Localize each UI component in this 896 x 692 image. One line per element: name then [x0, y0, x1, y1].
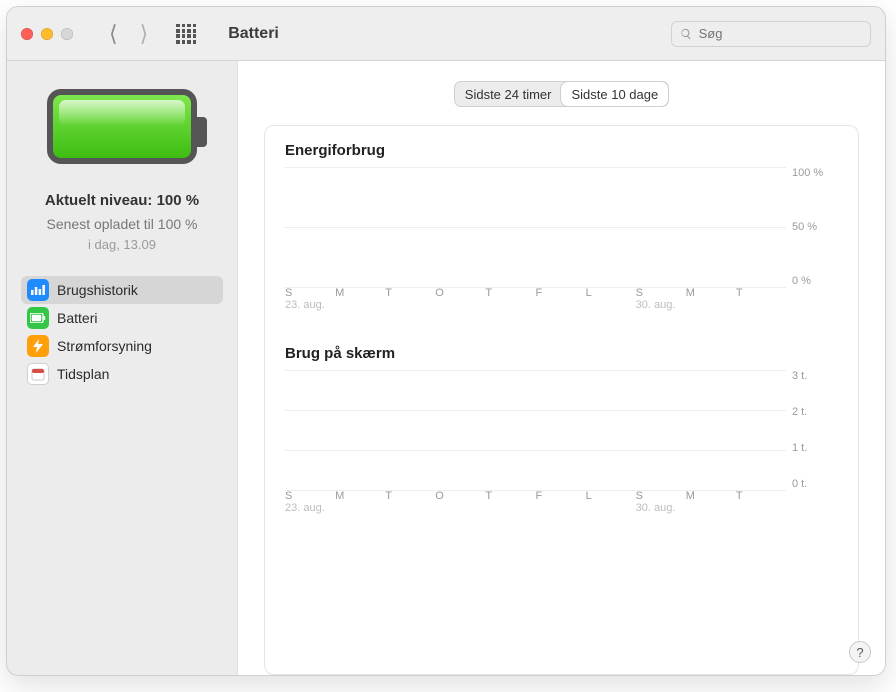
close-window-button[interactable] [21, 28, 33, 40]
time-range-segmented: Sidste 24 timer Sidste 10 dage [454, 81, 669, 107]
chart-title: Brug på skærm [285, 345, 838, 362]
chart-x-ticks: SMTOTFLSMT [285, 287, 786, 299]
titlebar: ⟨ ⟩ Batteri [7, 7, 885, 61]
sidebar-item-battery[interactable]: Batteri [21, 304, 223, 332]
chart-plot-area [285, 167, 786, 287]
minimize-window-button[interactable] [41, 28, 53, 40]
battery-level-label: Aktuelt niveau: 100 % [45, 192, 199, 209]
sidebar: Aktuelt niveau: 100 % Senest opladet til… [7, 61, 237, 675]
sidebar-item-power-adapter[interactable]: Strømforsyning [21, 332, 223, 360]
calendar-icon [27, 363, 49, 385]
power-icon [27, 335, 49, 357]
search-input[interactable] [699, 26, 862, 41]
battery-timestamp: i dag, 13.09 [88, 237, 156, 252]
usage-history-icon [27, 279, 49, 301]
battery-charged-label: Senest opladet til 100 % [47, 215, 198, 233]
fullscreen-window-button [61, 28, 73, 40]
sidebar-item-label: Batteri [57, 310, 97, 326]
sidebar-item-label: Strømforsyning [57, 338, 152, 354]
forward-button: ⟩ [140, 21, 149, 47]
back-button[interactable]: ⟨ [109, 21, 118, 47]
chart-y-axis: 3 t.2 t.1 t.0 t. [792, 370, 838, 490]
window-controls [21, 28, 73, 40]
charts-card: Energiforbrug 100 %50 %0 % SMTOTFLSMT 23… [264, 125, 859, 675]
all-prefs-button[interactable] [176, 24, 196, 44]
battery-nav-icon [27, 307, 49, 329]
chart-x-ticks: SMTOTFLSMT [285, 490, 786, 502]
chart-plot-area [285, 370, 786, 490]
search-icon [680, 27, 693, 41]
preferences-window: ⟨ ⟩ Batteri Aktuelt niveau: 100 % Senest… [6, 6, 886, 676]
sidebar-item-label: Brugshistorik [57, 282, 138, 298]
nav-arrows: ⟨ ⟩ [109, 21, 148, 47]
chart-y-axis: 100 %50 %0 % [792, 167, 838, 287]
chart-x-dates: 23. aug.30. aug. [285, 502, 786, 514]
screen-chart: Brug på skærm 3 t.2 t.1 t.0 t. SMTOTFLSM… [285, 345, 838, 520]
sidebar-item-label: Tidsplan [57, 366, 109, 382]
sidebar-item-usage-history[interactable]: Brugshistorik [21, 276, 223, 304]
segment-10d[interactable]: Sidste 10 dage [561, 82, 668, 106]
chart-title: Energiforbrug [285, 142, 838, 159]
energy-chart: Energiforbrug 100 %50 %0 % SMTOTFLSMT 23… [285, 142, 838, 317]
segment-24h[interactable]: Sidste 24 timer [455, 82, 562, 106]
help-button[interactable]: ? [849, 641, 871, 663]
sidebar-nav: Brugshistorik Batteri Strømforsyning [21, 276, 223, 388]
chart-x-dates: 23. aug.30. aug. [285, 299, 786, 311]
search-field[interactable] [671, 21, 871, 47]
battery-icon [47, 89, 197, 164]
sidebar-item-schedule[interactable]: Tidsplan [21, 360, 223, 388]
main-panel: Sidste 24 timer Sidste 10 dage Energifor… [237, 61, 885, 675]
window-title: Batteri [228, 25, 279, 43]
